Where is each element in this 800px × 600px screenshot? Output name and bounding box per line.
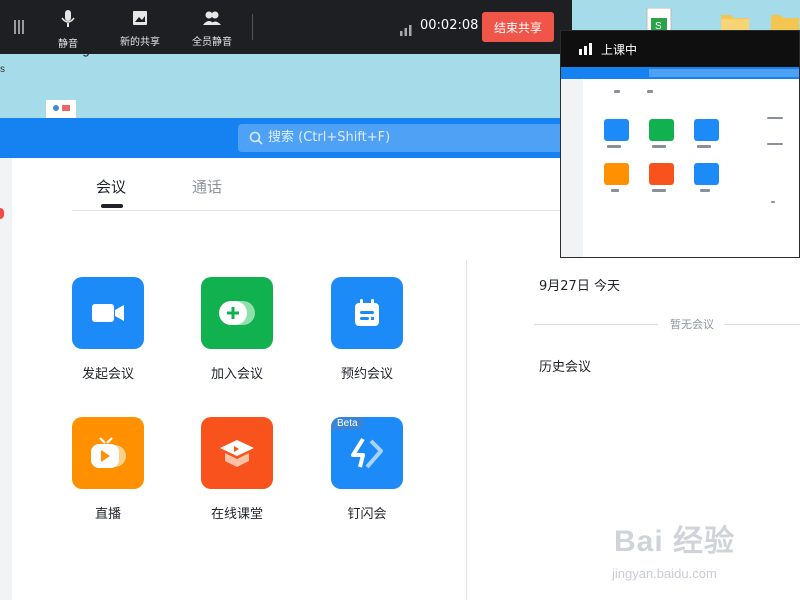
flash-meeting-action[interactable]: Beta 钉闪会 [317,417,417,522]
preview-classroom-tile [649,163,674,185]
preview-date [767,117,783,119]
history-meetings-link[interactable]: 历史会议 [539,356,591,375]
preview-header: 上课中 [561,31,799,67]
watermark-text: Bai 经验 [614,525,736,558]
tab-calls[interactable]: 通话 [192,176,222,197]
preview-tab-meetings [614,90,620,93]
flash-meeting-label: 钉闪会 [347,507,387,522]
new-share-button-label: 新的共享 [120,37,160,48]
end-share-button[interactable]: 结束共享 [482,12,554,42]
live-stream-action[interactable]: 直播 [58,417,158,522]
join-meeting-label: 加入会议 [210,367,263,382]
date-label: 9月27日 今天 [539,279,620,294]
tabs-divider [72,210,560,211]
app-header: 搜索 (Ctrl+Shift+F) [0,118,560,158]
live-tv-icon [72,417,144,489]
preview-flash-tile [694,163,719,185]
beta-badge: Beta [331,417,364,430]
preview-label [697,145,711,148]
mute-button[interactable]: 静音 [38,10,98,50]
share-timer: 00:02:08 [420,18,479,33]
schedule-meeting-action[interactable]: 预约会议 [317,277,417,382]
schedule-meeting-label: 预约会议 [340,367,393,382]
start-meeting-label: 发起会议 [81,367,134,382]
mute-button-label: 静音 [58,39,78,50]
preview-start-meeting-tile [604,119,629,141]
watermark-url: jingyan.baidu.com [612,566,717,581]
preview-title: 上课中 [601,43,638,57]
desktop-background-text-2: s [0,64,5,75]
baidu-watermark-logo: Bai 经验 [614,516,735,560]
preview-search-bar [649,69,799,77]
drag-handle-icon[interactable] [14,20,24,34]
signal-bars-icon [579,43,592,55]
preview-join-meeting-tile [649,119,674,141]
preview-label [607,145,621,148]
share-screen-icon [133,11,147,25]
join-meeting-icon [201,277,273,349]
flash-meeting-icon: Beta [331,417,403,489]
preview-schedule-tile [694,119,719,141]
preview-label [700,189,710,192]
video-camera-icon [72,277,144,349]
preview-history [771,201,775,203]
column-divider [466,260,467,600]
preview-no-meetings [767,143,783,145]
no-meetings-separator: 暂无会议 [534,316,800,332]
mute-all-button-label: 全员静音 [192,37,232,48]
search-placeholder: 搜索 (Ctrl+Shift+F) [268,130,391,145]
screen-share-toolbar: 静音 新的共享 全员静音 00:02:08 结束共享 [0,0,572,54]
start-meeting-action[interactable]: 发起会议 [58,277,158,382]
online-classroom-action[interactable]: 在线课堂 [187,417,287,522]
left-sidebar-strip [0,158,12,600]
toolbar-divider [252,14,253,40]
microphone-icon [61,10,75,27]
share-preview-window[interactable]: 上课中 [560,30,800,258]
mute-all-icon [203,11,221,25]
preview-tab-calls [647,90,653,93]
online-classroom-label: 在线课堂 [210,507,263,522]
tab-meetings[interactable]: 会议 [96,176,126,197]
preview-label [652,145,666,148]
preview-sidebar [561,79,583,257]
new-share-button[interactable]: 新的共享 [110,10,170,48]
search-icon [249,131,263,145]
active-tab-indicator [101,204,123,208]
join-meeting-action[interactable]: 加入会议 [187,277,287,382]
classroom-icon [201,417,273,489]
preview-label [611,189,619,192]
preview-live-tile [604,163,629,185]
preview-label [652,189,666,192]
search-input[interactable]: 搜索 (Ctrl+Shift+F) [238,124,560,152]
preview-app-header [561,67,799,79]
calendar-icon [331,277,403,349]
live-stream-label: 直播 [94,507,121,522]
no-meetings-text: 暂无会议 [670,318,714,331]
mute-all-button[interactable]: 全员静音 [182,10,242,48]
signal-strength-icon [400,21,412,40]
